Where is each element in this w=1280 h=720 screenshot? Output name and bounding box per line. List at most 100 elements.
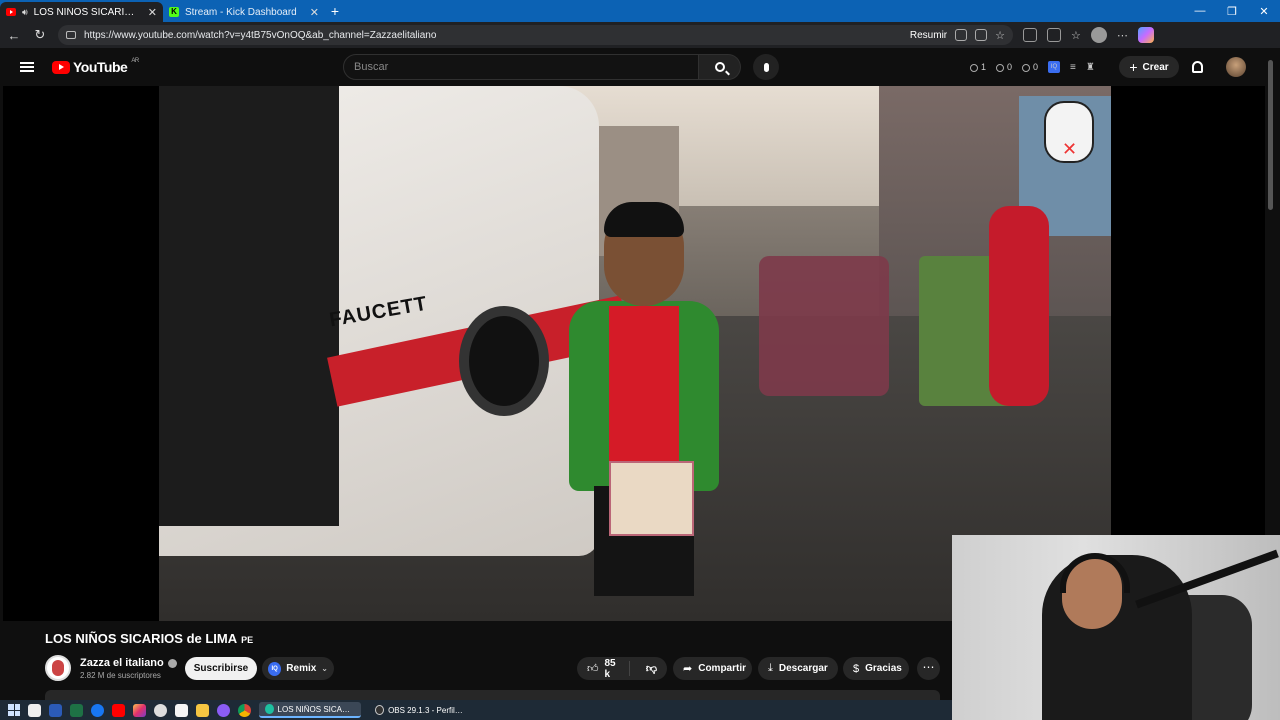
stat-item: 0: [996, 62, 1012, 72]
more-options-icon[interactable]: ⋯: [1117, 29, 1128, 42]
notifications-bell-icon[interactable]: [1192, 61, 1203, 73]
taskbar-task-obs[interactable]: OBS 29.1.3 - Perfil: Si...: [369, 702, 469, 718]
logo-region: AR: [131, 58, 139, 64]
screen: 🔊︎ LOS NIÑOS SICARIOS de LIMA ✕ K Stream…: [0, 0, 1280, 720]
hamburger-menu-icon[interactable]: [20, 62, 34, 72]
url-field[interactable]: https://www.youtube.com/watch?v=y4tB75vO…: [58, 25, 1013, 45]
url-text: https://www.youtube.com/watch?v=y4tB75vO…: [84, 29, 437, 41]
remix-icon: IQ: [268, 661, 282, 676]
minimize-icon[interactable]: —: [1184, 5, 1216, 18]
tab-kick[interactable]: K Stream - Kick Dashboard ✕: [163, 2, 325, 22]
copilot-icon[interactable]: [1137, 27, 1154, 43]
stat-item: 1: [970, 62, 986, 72]
apps-icon[interactable]: [975, 29, 988, 41]
more-actions-button[interactable]: ⋯: [917, 657, 940, 680]
close-tab-icon[interactable]: ✕: [310, 6, 319, 19]
bus-wheel: [459, 306, 549, 416]
extension-badge-icon[interactable]: IQ: [1048, 61, 1061, 73]
app-icon[interactable]: [217, 703, 230, 717]
app-icon[interactable]: [154, 703, 167, 717]
close-tab-icon[interactable]: ✕: [148, 6, 157, 19]
plus-icon: +: [1129, 59, 1138, 75]
excel-icon[interactable]: [70, 703, 83, 717]
browser-tab-strip: 🔊︎ LOS NIÑOS SICARIOS de LIMA ✕ K Stream…: [0, 0, 1280, 22]
taskbar-task-edge[interactable]: LOS NIÑOS SICARIOS...: [259, 702, 361, 718]
stat-item: 0: [1022, 62, 1038, 72]
address-bar-row: ← ↻ https://www.youtube.com/watch?v=y4tB…: [0, 22, 1280, 48]
logo-text: YouTube: [73, 59, 128, 75]
restore-icon[interactable]: ❐: [1216, 5, 1248, 18]
favorite-star-icon[interactable]: ☆: [995, 29, 1005, 42]
windows-taskbar: LOS NIÑOS SICARIOS... OBS 29.1.3 - Perfi…: [0, 700, 952, 720]
trophy-icon[interactable]: ♜: [1086, 62, 1095, 73]
channel-name[interactable]: Zazza el italiano: [80, 657, 177, 669]
webcam-overlay: [952, 535, 1280, 720]
download-label: Descargar: [778, 663, 828, 674]
lock-icon: [66, 31, 76, 39]
edge-icon: [265, 704, 274, 714]
windows-start-icon[interactable]: [8, 704, 20, 716]
channel-avatar[interactable]: [45, 655, 71, 681]
speaker-icon[interactable]: 🔊︎: [22, 7, 28, 18]
extension-stats: 1 0 0 IQ ≡ ♜: [970, 61, 1095, 73]
thanks-icon: $: [853, 662, 860, 675]
chrome-icon[interactable]: [238, 703, 251, 717]
country-flag: PE: [241, 635, 254, 645]
window-controls: — ❐ ✕: [1184, 5, 1280, 18]
verified-icon: [167, 658, 177, 668]
mic-icon: [763, 62, 769, 72]
video-person: [989, 206, 1049, 406]
obs-icon: [375, 705, 385, 715]
search-input[interactable]: Buscar: [343, 54, 699, 80]
new-tab-icon[interactable]: +: [325, 3, 345, 19]
youtube-app-icon[interactable]: [112, 703, 125, 717]
youtube-logo[interactable]: YouTube AR: [52, 58, 139, 75]
thanks-label: Gracias: [865, 663, 902, 674]
download-button[interactable]: ⤓ Descargar: [758, 657, 838, 680]
boy-hair: [604, 202, 684, 237]
download-icon: ⤓: [768, 662, 773, 674]
video-title: LOS NIÑOS SICARIOS de LIMA PE: [45, 631, 254, 646]
subscribe-button[interactable]: Suscribirse: [185, 657, 257, 680]
bus-door: [159, 86, 339, 526]
boy-shirt: [609, 306, 679, 486]
back-icon[interactable]: ←: [6, 28, 22, 43]
video-boy: [549, 202, 739, 606]
refresh-icon[interactable]: ↻: [32, 27, 48, 43]
share-label: Compartir: [698, 663, 747, 674]
subscriber-count: 2.82 M de suscriptores: [80, 671, 161, 680]
instagram-icon[interactable]: [133, 703, 146, 717]
close-window-icon[interactable]: ✕: [1248, 5, 1280, 18]
voice-search-button[interactable]: [753, 54, 779, 80]
chevron-down-icon[interactable]: ⌄: [321, 664, 328, 673]
video-bus: FAUCETT: [159, 86, 631, 556]
kick-favicon-icon: K: [169, 7, 179, 17]
thanks-button[interactable]: $ Gracias: [843, 657, 909, 680]
summarize-button[interactable]: Resumir: [910, 30, 947, 41]
like-dislike-group: 👍︎ 85 k 👎︎: [577, 657, 667, 680]
like-button[interactable]: 👍︎ 85 k: [577, 658, 630, 680]
translate-icon[interactable]: [955, 29, 968, 41]
share-button[interactable]: ➦ Compartir: [673, 657, 752, 680]
file-icon[interactable]: [175, 703, 188, 717]
store-icon[interactable]: [28, 703, 41, 717]
word-icon[interactable]: [49, 703, 62, 717]
extensions-icon[interactable]: [1023, 28, 1037, 42]
facebook-icon[interactable]: [91, 703, 104, 717]
account-avatar[interactable]: [1226, 57, 1246, 77]
create-button[interactable]: + Crear: [1119, 56, 1179, 78]
list-icon[interactable]: ≡: [1070, 62, 1076, 73]
favorites-icon[interactable]: ☆: [1071, 29, 1081, 42]
remix-button[interactable]: IQ Remix ⌄: [262, 657, 334, 680]
page-scrollbar[interactable]: [1268, 60, 1273, 210]
folder-icon[interactable]: [196, 703, 209, 717]
search-button[interactable]: [699, 54, 741, 80]
tab-youtube[interactable]: 🔊︎ LOS NIÑOS SICARIOS de LIMA ✕: [0, 2, 163, 22]
profile-avatar[interactable]: [1090, 27, 1107, 43]
dislike-button[interactable]: 👎︎: [636, 662, 667, 675]
create-label: Crear: [1142, 61, 1169, 73]
search-bar: Buscar: [343, 54, 741, 80]
split-screen-icon[interactable]: [1047, 28, 1061, 42]
description-box[interactable]: [45, 690, 940, 700]
search-placeholder: Buscar: [354, 61, 389, 73]
